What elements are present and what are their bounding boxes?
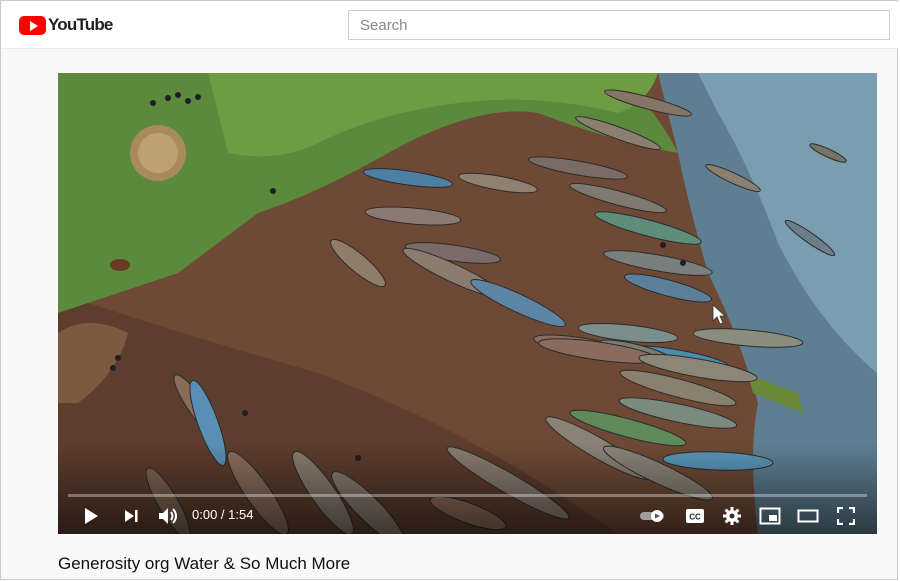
next-button[interactable]: [120, 504, 142, 528]
video-player[interactable]: 0:00 / 1:54 CC: [58, 73, 877, 534]
time-display: 0:00 / 1:54: [192, 507, 253, 522]
masthead: YouTube: [2, 2, 898, 49]
volume-icon: [159, 508, 177, 524]
captions-label: CC: [689, 513, 701, 522]
captions-button[interactable]: CC: [683, 504, 707, 528]
autoplay-toggle[interactable]: [638, 504, 668, 528]
next-icon: [125, 510, 138, 522]
youtube-logo[interactable]: YouTube: [19, 14, 113, 36]
theater-mode-icon: [797, 509, 819, 523]
progress-bar[interactable]: [68, 494, 867, 497]
search-input[interactable]: [349, 11, 889, 39]
player-controls: 0:00 / 1:54 CC: [58, 498, 877, 534]
miniplayer-button[interactable]: [757, 504, 783, 528]
captions-icon: CC: [686, 509, 704, 523]
play-icon: [85, 508, 98, 524]
duration: 1:54: [228, 507, 254, 522]
autoplay-toggle-icon: [640, 510, 664, 522]
theater-mode-button[interactable]: [795, 504, 821, 528]
logo-text: YouTube: [48, 15, 113, 34]
time-separator: /: [217, 507, 229, 522]
youtube-play-logo-icon: [19, 15, 46, 35]
fullscreen-button[interactable]: [834, 504, 858, 528]
play-button[interactable]: [80, 504, 102, 528]
video-frame[interactable]: [58, 73, 877, 534]
settings-button[interactable]: [720, 504, 744, 528]
search-box[interactable]: [348, 10, 890, 40]
mute-button[interactable]: [156, 504, 182, 528]
video-title: Generosity org Water & So Much More: [58, 554, 351, 573]
fullscreen-icon: [837, 507, 855, 525]
settings-icon: [723, 507, 741, 525]
miniplayer-icon: [759, 507, 781, 525]
current-time: 0:00: [192, 507, 218, 522]
browser-frame: YouTube Search 0:00 / 1:54 CC Generosity…: [0, 0, 898, 580]
